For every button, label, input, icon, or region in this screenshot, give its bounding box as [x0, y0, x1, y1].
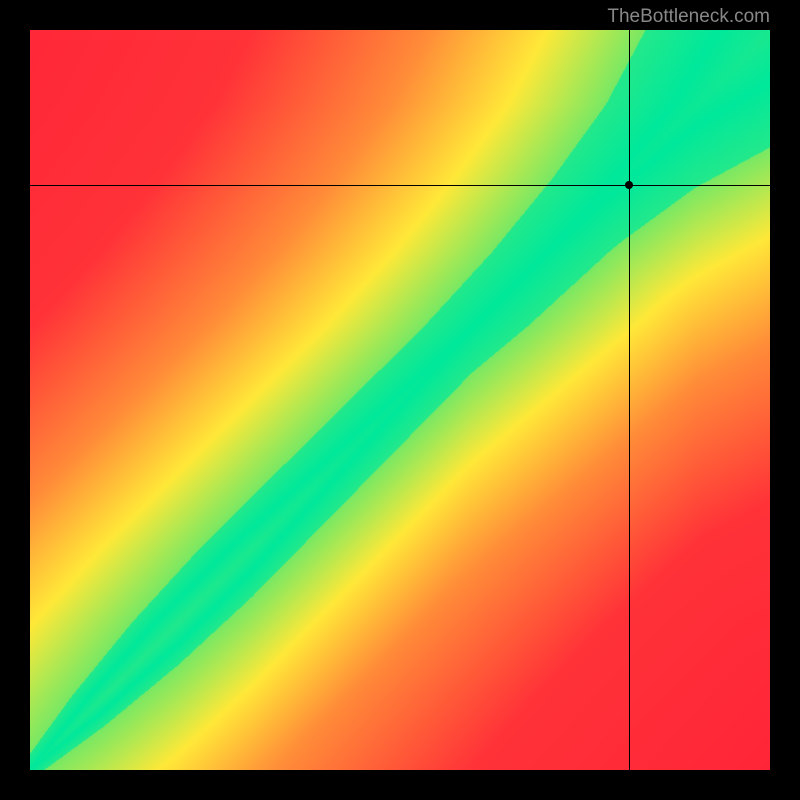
- heatmap-chart: [30, 30, 770, 770]
- crosshair-vertical-line: [629, 30, 630, 770]
- crosshair-intersection-dot: [625, 181, 633, 189]
- heatmap-canvas: [30, 30, 770, 770]
- watermark-text: TheBottleneck.com: [607, 6, 770, 28]
- crosshair-horizontal-line: [30, 185, 770, 186]
